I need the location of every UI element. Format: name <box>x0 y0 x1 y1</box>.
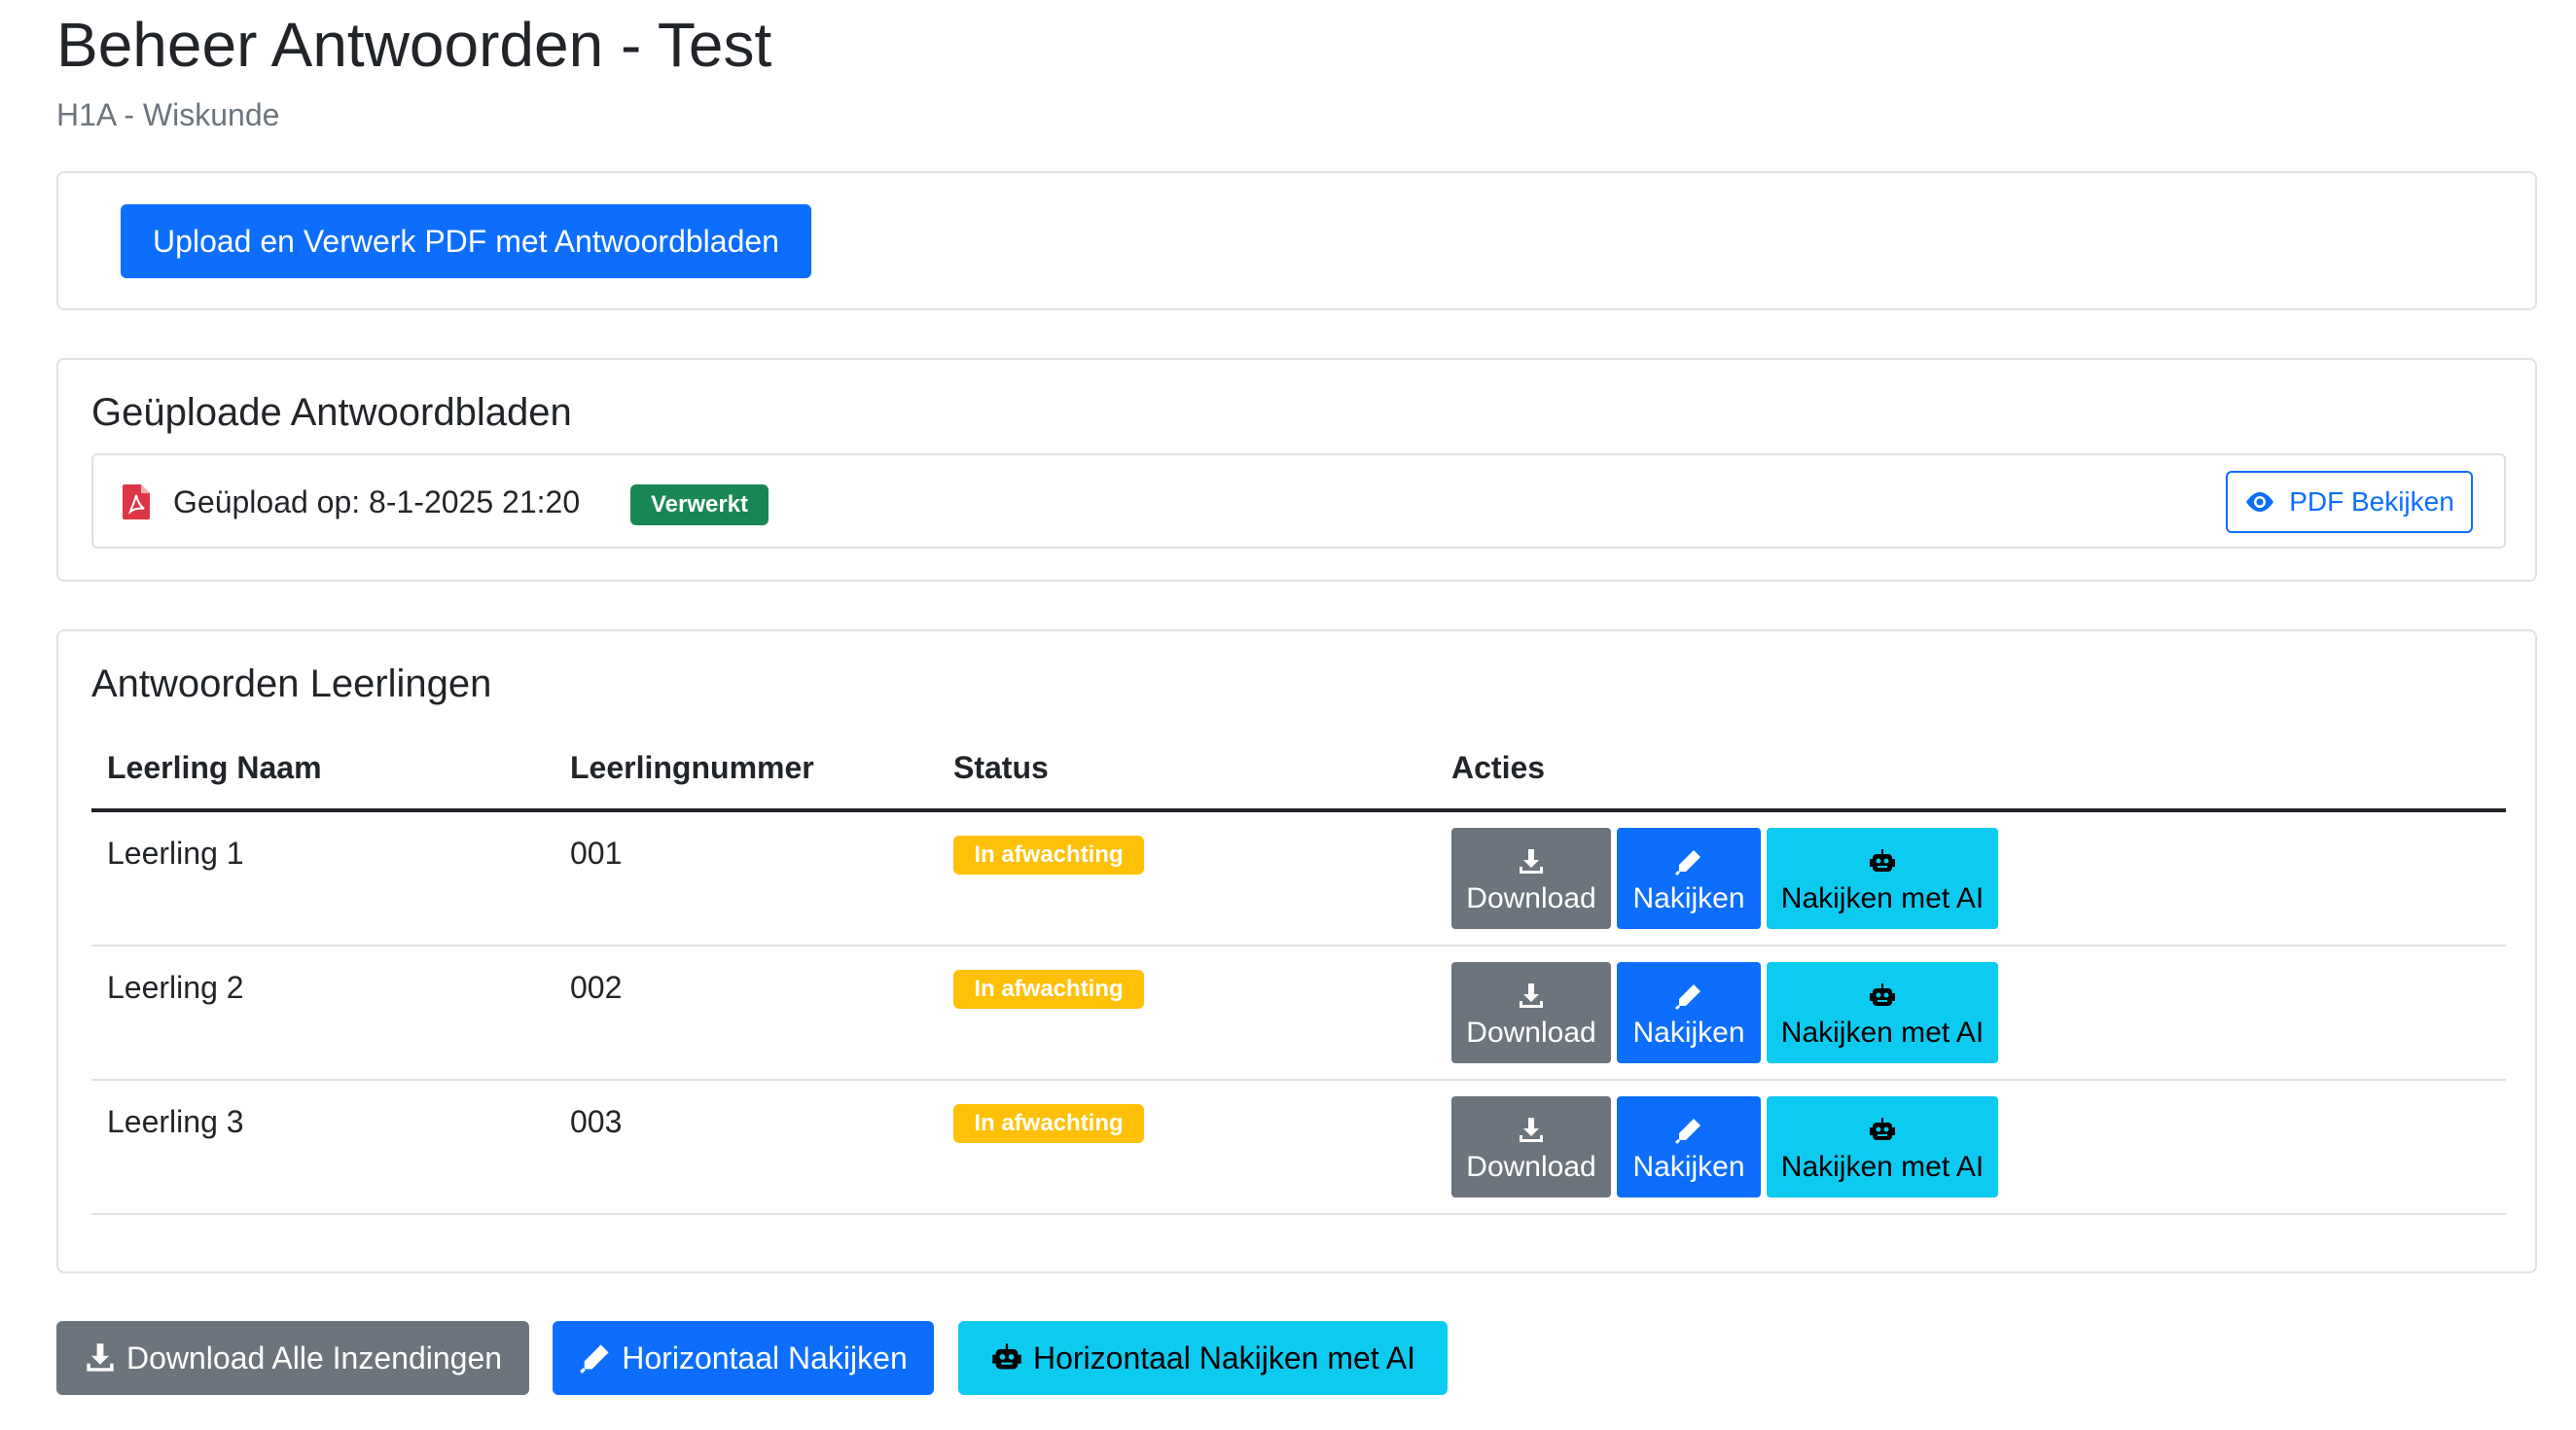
table-row: Leerling 1 001 In afwachting Download Na… <box>91 812 2506 947</box>
download-label: Download <box>1466 1151 1596 1183</box>
eye-icon <box>2246 492 2274 512</box>
view-pdf-button[interactable]: PDF Bekijken <box>2226 471 2473 533</box>
student-answers-title: Antwoorden Leerlingen <box>91 662 492 705</box>
student-number: 001 <box>570 836 623 871</box>
table-header-row: Leerling Naam Leerlingnummer Status Acti… <box>91 738 2506 812</box>
student-name: Leerling 3 <box>107 1104 244 1139</box>
status-badge-pending: In afwachting <box>953 836 1144 875</box>
column-header-number: Leerlingnummer <box>570 750 814 785</box>
download-all-label: Download Alle Inzendingen <box>125 1340 503 1376</box>
upload-card: Upload en Verwerk PDF met Antwoordbladen <box>56 171 2537 310</box>
pen-icon <box>1674 1119 1700 1145</box>
file-pdf-icon <box>123 484 150 519</box>
grade-ai-label: Nakijken met AI <box>1780 882 1985 914</box>
student-name: Leerling 1 <box>107 836 244 871</box>
robot-icon <box>1870 1118 1895 1140</box>
student-answers-card: Antwoorden Leerlingen Leerling Naam Leer… <box>56 629 2537 1273</box>
grade-button[interactable]: Nakijken <box>1617 828 1761 929</box>
page-subtitle: H1A - Wiskunde <box>56 97 280 132</box>
download-icon <box>87 1343 114 1372</box>
view-pdf-label: PDF Bekijken <box>2289 486 2454 517</box>
grade-button[interactable]: Nakijken <box>1617 962 1761 1063</box>
row-actions: Download Nakijken Nakijken met AI <box>1451 962 1998 1063</box>
grade-ai-button[interactable]: Nakijken met AI <box>1767 1096 1998 1198</box>
pen-icon <box>1674 984 1700 1011</box>
pen-icon <box>580 1344 609 1374</box>
download-icon <box>1520 849 1543 874</box>
download-icon <box>1520 983 1543 1008</box>
table-row: Leerling 2 002 In afwachting Download Na… <box>91 947 2506 1081</box>
download-label: Download <box>1466 882 1596 914</box>
grade-label: Nakijken <box>1632 1151 1745 1183</box>
download-all-button[interactable]: Download Alle Inzendingen <box>56 1321 529 1395</box>
grade-label: Nakijken <box>1632 1017 1745 1049</box>
row-actions: Download Nakijken Nakijken met AI <box>1451 1096 1998 1198</box>
grade-ai-label: Nakijken met AI <box>1780 1017 1985 1049</box>
horizontal-grade-ai-button[interactable]: Horizontaal Nakijken met AI <box>958 1321 1448 1395</box>
grade-button[interactable]: Nakijken <box>1617 1096 1761 1198</box>
download-button[interactable]: Download <box>1451 1096 1611 1198</box>
uploaded-sheets-card: Geüploade Antwoordbladen Geüpload op: 8-… <box>56 358 2537 582</box>
grade-label: Nakijken <box>1632 882 1745 914</box>
table-row: Leerling 3 003 In afwachting Download Na… <box>91 1081 2506 1215</box>
student-number: 003 <box>570 1104 623 1139</box>
student-answers-table: Leerling Naam Leerlingnummer Status Acti… <box>91 738 2506 1215</box>
status-badge-pending: In afwachting <box>953 970 1144 1009</box>
column-header-actions: Acties <box>1451 750 1546 785</box>
robot-icon <box>992 1343 1021 1370</box>
robot-icon <box>1870 849 1895 872</box>
robot-icon <box>1870 983 1895 1006</box>
horizontal-grade-label: Horizontaal Nakijken <box>622 1340 908 1376</box>
page-title: Beheer Antwoorden - Test <box>56 10 772 80</box>
grade-ai-button[interactable]: Nakijken met AI <box>1767 828 1998 929</box>
download-icon <box>1520 1118 1543 1142</box>
upload-pdf-button[interactable]: Upload en Verwerk PDF met Antwoordbladen <box>121 204 811 278</box>
row-actions: Download Nakijken Nakijken met AI <box>1451 828 1998 929</box>
column-header-status: Status <box>953 750 1049 785</box>
student-name: Leerling 2 <box>107 970 244 1005</box>
uploaded-sheets-title: Geüploade Antwoordbladen <box>91 391 572 434</box>
uploaded-date-text: Geüpload op: 8-1-2025 21:20 <box>173 484 581 519</box>
status-badge-pending: In afwachting <box>953 1104 1144 1143</box>
grade-ai-label: Nakijken met AI <box>1780 1151 1985 1183</box>
horizontal-grade-ai-label: Horizontaal Nakijken met AI <box>1032 1340 1416 1376</box>
uploaded-file-item: Geüpload op: 8-1-2025 21:20 Verwerkt PDF… <box>91 453 2506 549</box>
grade-ai-button[interactable]: Nakijken met AI <box>1767 962 1998 1063</box>
pen-icon <box>1674 850 1700 876</box>
student-number: 002 <box>570 970 623 1005</box>
download-button[interactable]: Download <box>1451 962 1611 1063</box>
horizontal-grade-button[interactable]: Horizontaal Nakijken <box>553 1321 934 1395</box>
status-badge-processed: Verwerkt <box>630 484 769 525</box>
column-header-name: Leerling Naam <box>107 750 322 785</box>
download-button[interactable]: Download <box>1451 828 1611 929</box>
download-label: Download <box>1466 1017 1596 1049</box>
